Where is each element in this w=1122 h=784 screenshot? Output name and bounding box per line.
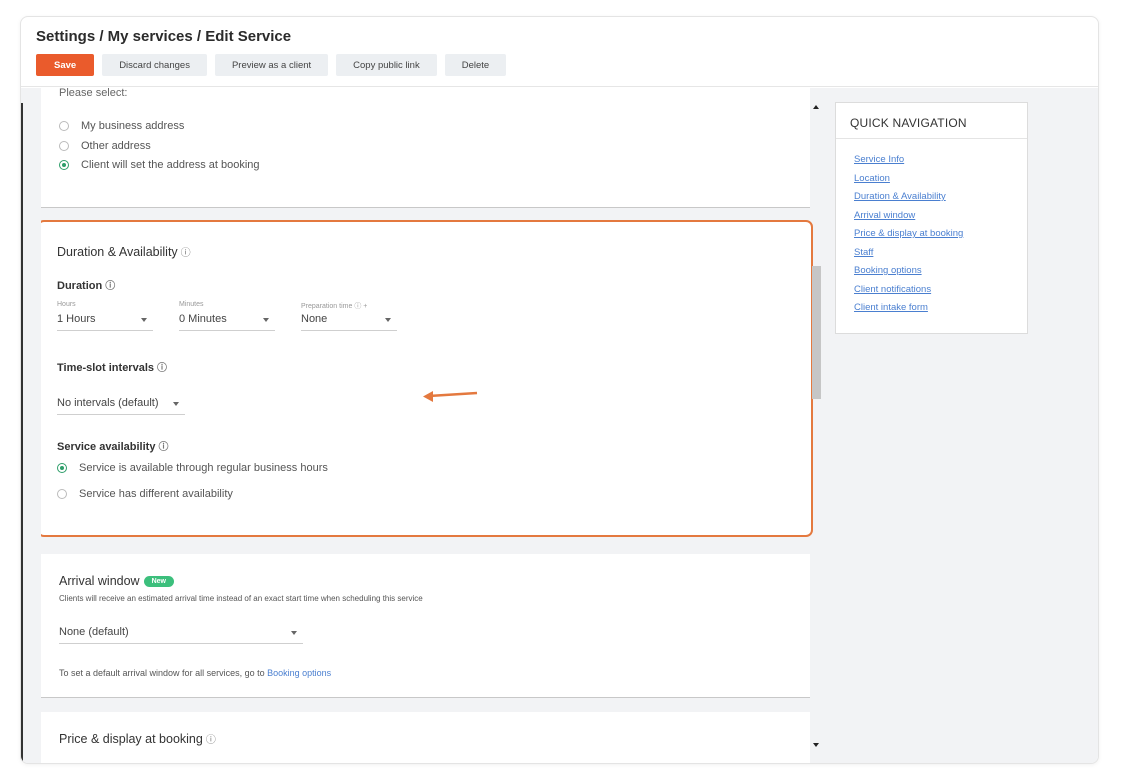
page-header: Settings / My services / Edit Service Sa…	[21, 17, 1098, 87]
chevron-down-icon	[385, 318, 391, 322]
help-circle-icon[interactable]: ⓘ	[181, 248, 191, 259]
quick-nav-arrival-window[interactable]: Arrival window	[854, 207, 963, 226]
availability-label: Service availability ⓘ	[57, 438, 168, 453]
quick-nav-service-info[interactable]: Service Info	[854, 151, 963, 170]
section-title: Arrival window New	[59, 574, 174, 588]
quick-nav-staff[interactable]: Staff	[854, 244, 963, 263]
duration-label: Duration ⓘ	[57, 277, 115, 292]
arrival-value: None (default)	[59, 626, 129, 638]
minutes-select[interactable]: 0 Minutes	[179, 313, 275, 331]
option-label: Service has different availability	[79, 488, 233, 500]
timeslot-label-text: Time-slot intervals	[57, 362, 154, 374]
price-display-section: Price & display at booking ⓘ	[41, 712, 810, 763]
chevron-down-icon	[141, 318, 147, 322]
chevron-down-icon	[263, 318, 269, 322]
hours-value: 1 Hours	[57, 313, 96, 325]
radio-other-address[interactable]	[59, 141, 69, 151]
arrow-left-icon	[423, 391, 478, 402]
app-window: Settings / My services / Edit Service Sa…	[20, 16, 1099, 764]
quick-navigation-panel: QUICK NAVIGATION Service Info Location D…	[835, 102, 1028, 334]
preparation-time-label: Preparation time ⓘ +	[301, 301, 367, 311]
help-circle-icon[interactable]: ⓘ	[158, 442, 168, 453]
option-label: Other address	[81, 140, 151, 152]
discard-changes-button[interactable]: Discard changes	[102, 54, 207, 76]
prep-value: None	[301, 313, 328, 325]
save-button[interactable]: Save	[36, 54, 95, 76]
arrival-footer: To set a default arrival window for all …	[59, 668, 331, 678]
settings-form: Please select: My business address Other…	[41, 88, 830, 763]
arrival-description: Clients will receive an estimated arriva…	[59, 594, 423, 603]
minutes-value: 0 Minutes	[179, 313, 227, 325]
help-circle-icon[interactable]: ⓘ	[157, 363, 167, 374]
option-label: My business address	[81, 120, 185, 132]
booking-options-link[interactable]: Booking options	[267, 668, 331, 678]
chevron-up-icon[interactable]	[813, 105, 819, 109]
quick-navigation-list: Service Info Location Duration & Availab…	[854, 151, 963, 318]
quick-nav-booking-options[interactable]: Booking options	[854, 262, 963, 281]
hours-select[interactable]: 1 Hours	[57, 313, 153, 331]
help-circle-icon[interactable]: ⓘ	[105, 281, 115, 292]
help-circle-icon[interactable]: ⓘ	[206, 735, 216, 746]
prep-label-text: Preparation time	[301, 303, 353, 310]
new-badge: New	[143, 576, 174, 588]
radio-client-sets-address[interactable]	[59, 160, 69, 170]
timeslot-value: No intervals (default)	[57, 397, 159, 409]
arrival-footer-text: To set a default arrival window for all …	[59, 668, 265, 678]
quick-nav-duration-availability[interactable]: Duration & Availability	[854, 188, 963, 207]
quick-navigation-title: QUICK NAVIGATION	[850, 116, 967, 130]
timeslot-select[interactable]: No intervals (default)	[57, 397, 185, 415]
arrival-window-section: Arrival window New Clients will receive a…	[41, 554, 810, 698]
location-prompt: Please select:	[59, 88, 128, 99]
chevron-down-icon[interactable]	[813, 743, 819, 747]
quick-nav-client-intake-form[interactable]: Client intake form	[854, 299, 963, 318]
location-section: Please select: My business address Other…	[41, 88, 810, 208]
section-title-text: Duration & Availability	[57, 245, 178, 259]
quick-nav-price-display[interactable]: Price & display at booking	[854, 225, 963, 244]
section-title-text: Arrival window	[59, 574, 140, 588]
prep-suffix: +	[363, 303, 368, 310]
chevron-down-icon	[291, 631, 297, 635]
preparation-time-select[interactable]: None	[301, 313, 397, 331]
radio-my-business-address[interactable]	[59, 121, 69, 131]
arrival-window-select[interactable]: None (default)	[59, 626, 303, 644]
quick-nav-location[interactable]: Location	[854, 170, 963, 189]
duration-label-text: Duration	[57, 280, 103, 292]
minutes-label: Minutes	[179, 301, 204, 308]
divider	[836, 138, 1027, 139]
breadcrumb: Settings / My services / Edit Service	[36, 28, 292, 45]
option-label: Client will set the address at booking	[81, 159, 260, 171]
option-label: Service is available through regular bus…	[79, 462, 328, 474]
timeslot-label: Time-slot intervals ⓘ	[57, 359, 167, 374]
radio-different-availability[interactable]	[57, 489, 67, 499]
section-title: Price & display at booking ⓘ	[59, 731, 216, 746]
radio-regular-hours[interactable]	[57, 463, 67, 473]
scrollbar-thumb[interactable]	[812, 266, 821, 399]
toolbar: Save Discard changes Preview as a client…	[36, 54, 507, 76]
delete-button[interactable]: Delete	[444, 54, 507, 76]
section-title: Duration & Availability ⓘ	[57, 244, 191, 259]
quick-nav-client-notifications[interactable]: Client notifications	[854, 281, 963, 300]
help-circle-icon[interactable]: ⓘ	[354, 303, 361, 310]
vertical-scrollbar[interactable]	[811, 102, 823, 763]
copy-public-link-button[interactable]: Copy public link	[336, 54, 437, 76]
hours-label: Hours	[57, 301, 76, 308]
main-content: Please select: My business address Other…	[21, 88, 1098, 763]
duration-availability-section: Duration & Availability ⓘ Duration ⓘ Hours…	[41, 220, 813, 537]
availability-label-text: Service availability	[57, 441, 156, 453]
chevron-down-icon	[173, 402, 179, 406]
section-title-text: Price & display at booking	[59, 732, 203, 746]
preview-as-client-button[interactable]: Preview as a client	[214, 54, 329, 76]
window-edge	[21, 103, 23, 763]
